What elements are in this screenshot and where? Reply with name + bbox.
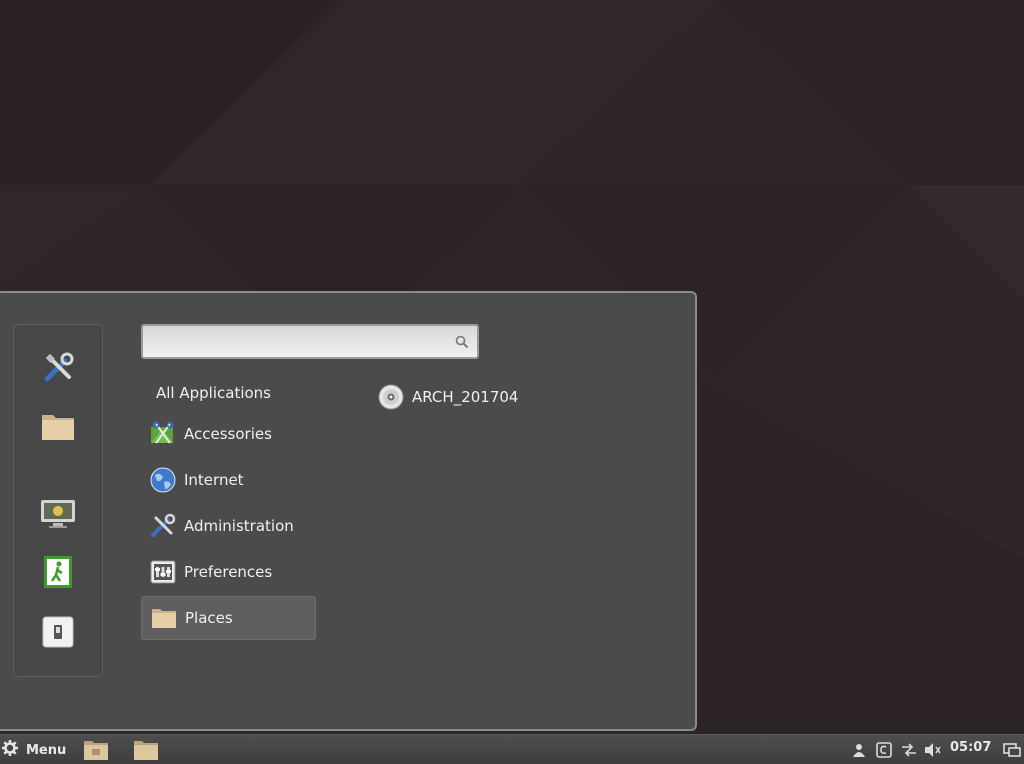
clock[interactable]: 05:07: [950, 740, 991, 755]
tools-icon: [150, 513, 176, 539]
category-label: Accessories: [184, 425, 272, 443]
category-places[interactable]: Places: [141, 596, 316, 640]
category-label: Places: [185, 609, 233, 627]
place-item-arch[interactable]: ARCH_201704: [378, 384, 518, 410]
tools-icon[interactable]: [39, 349, 77, 387]
menu-label: Menu: [26, 742, 67, 758]
preferences-icon: [150, 559, 176, 585]
category-accessories[interactable]: Accessories: [141, 412, 316, 456]
folder-launcher[interactable]: [133, 738, 159, 762]
file-manager-launcher[interactable]: [83, 738, 109, 762]
category-label: Administration: [184, 517, 294, 535]
folder-icon: [151, 605, 177, 631]
user-icon[interactable]: [852, 741, 866, 759]
category-internet[interactable]: Internet: [141, 458, 316, 502]
search-icon: [455, 334, 469, 353]
category-preferences[interactable]: Preferences: [141, 550, 316, 594]
workspace-icon[interactable]: [1003, 741, 1021, 759]
favorites-sidebar: [13, 324, 103, 677]
network-icon[interactable]: [900, 741, 918, 759]
category-label: All Applications: [156, 384, 271, 402]
shutdown-icon[interactable]: [39, 613, 77, 651]
category-label: Preferences: [184, 563, 273, 581]
category-label: Internet: [184, 471, 244, 489]
accessories-icon: [150, 421, 176, 447]
lock-screen-icon[interactable]: [39, 495, 77, 533]
clipboard-icon[interactable]: [876, 741, 892, 759]
folder-icon[interactable]: [39, 407, 77, 445]
optical-disc-icon: [378, 384, 404, 410]
globe-icon: [150, 467, 176, 493]
bottom-panel: Menu 05:07: [0, 734, 1024, 764]
gear-icon: [2, 740, 18, 760]
category-all-applications[interactable]: All Applications: [141, 371, 316, 415]
category-administration[interactable]: Administration: [141, 504, 316, 548]
search-input[interactable]: [149, 331, 443, 355]
place-label: ARCH_201704: [412, 388, 519, 406]
search-box[interactable]: [141, 324, 479, 359]
logout-icon[interactable]: [39, 553, 77, 591]
menu-button[interactable]: Menu: [2, 739, 66, 761]
application-menu: All Applications Accessories Internet Ad…: [0, 291, 697, 731]
volume-icon[interactable]: [924, 741, 942, 759]
